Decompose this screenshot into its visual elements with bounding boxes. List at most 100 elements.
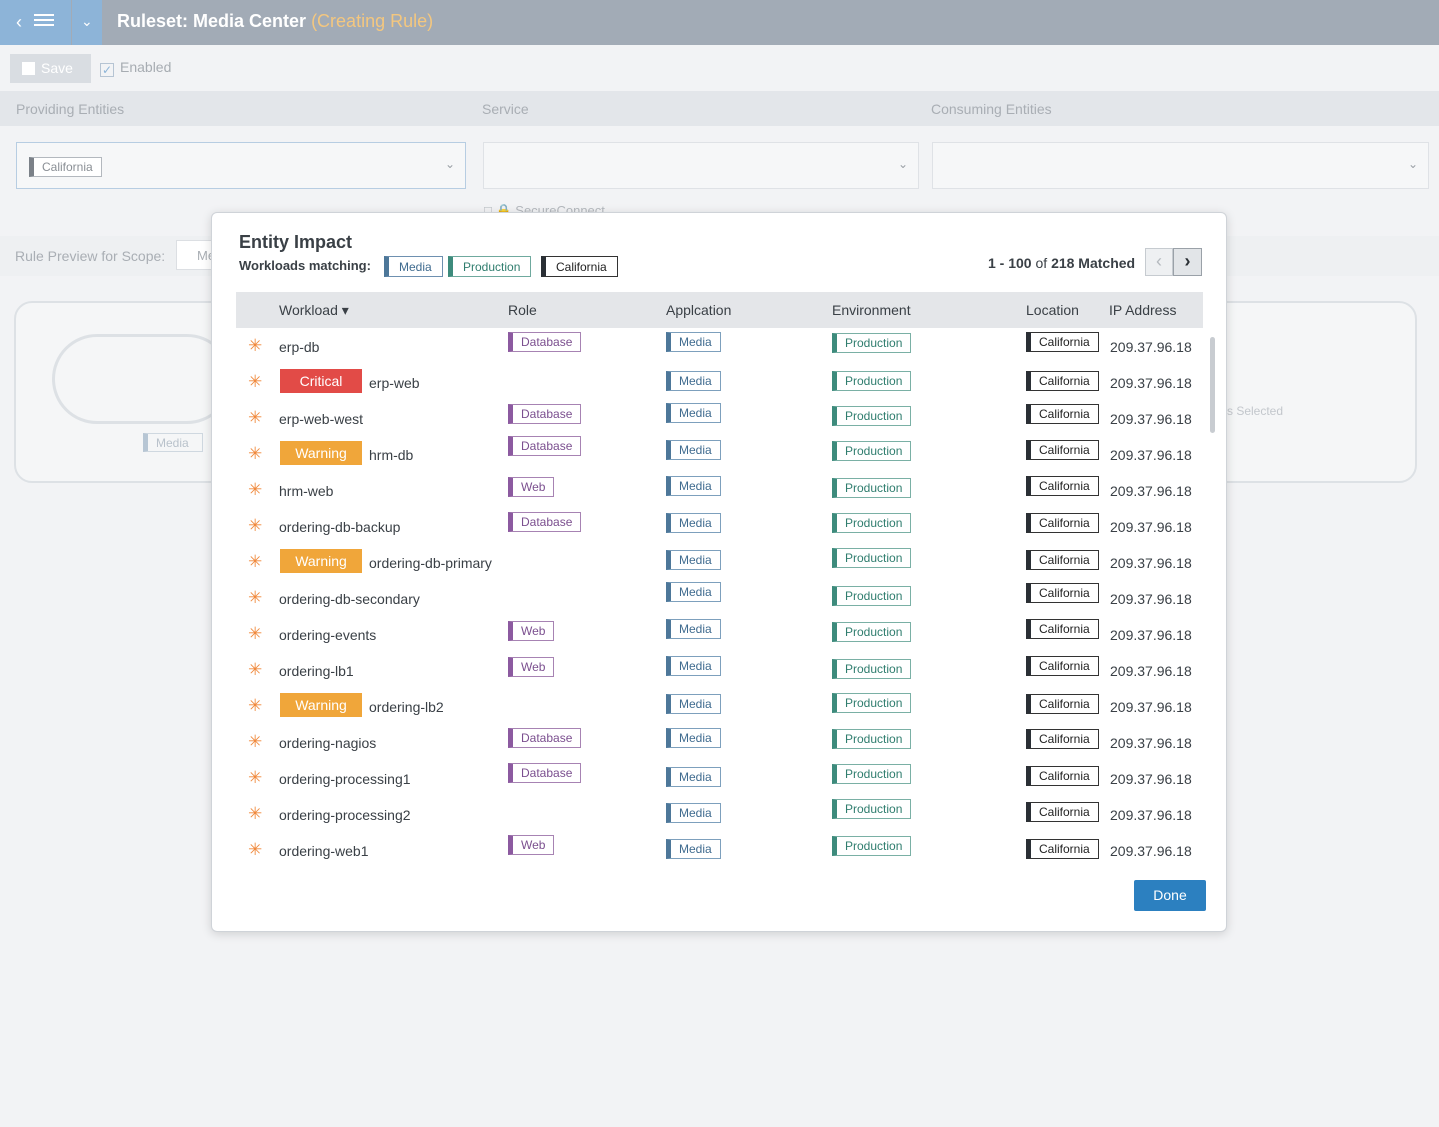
role-tag: Database bbox=[508, 728, 582, 748]
workload-name: ordering-db-secondary bbox=[279, 591, 420, 607]
save-icon bbox=[22, 62, 35, 75]
warning-badge: Warning bbox=[280, 693, 362, 717]
scope-label: Rule Preview for Scope: bbox=[15, 248, 166, 264]
ruleset-status: (Creating Rule) bbox=[311, 11, 434, 31]
workloads-matching-label: Workloads matching: bbox=[239, 258, 371, 273]
save-button[interactable]: Save bbox=[10, 54, 91, 83]
critical-badge: Critical bbox=[280, 369, 362, 393]
table-row[interactable]: ✳ erp-db Database Media Production California… bbox=[236, 328, 1203, 364]
environment-tag: Production bbox=[832, 548, 912, 568]
application-tag: Media bbox=[666, 513, 721, 533]
application-tag: Media bbox=[666, 767, 721, 787]
asterisk-icon: ✳ bbox=[248, 336, 263, 355]
ip-address: 209.37.96.18 bbox=[1110, 447, 1192, 463]
enabled-toggle[interactable]: ✓ Enabled bbox=[100, 59, 171, 77]
done-button[interactable]: Done bbox=[1134, 880, 1206, 911]
matched-of: of bbox=[1035, 255, 1048, 271]
table-row[interactable]: ✳ ordering-nagios Database Media Production C… bbox=[236, 724, 1203, 760]
table-row[interactable]: ✳ ordering-db-backup Database Media Producti… bbox=[236, 508, 1203, 544]
application-tag: Media bbox=[666, 582, 721, 602]
table-row[interactable]: ✳ ordering-events Web Media Production Califo… bbox=[236, 616, 1203, 652]
table-row[interactable]: ✳ ordering-lb1 Web Media Production Californi… bbox=[236, 652, 1203, 688]
matched-total: 218 Matched bbox=[1051, 255, 1136, 271]
table-row[interactable]: ✳ ordering-db-secondary Media Production Cal… bbox=[236, 580, 1203, 616]
application-tag: Media bbox=[666, 550, 721, 570]
table-row[interactable]: ✳ hrm-web Web Media Production California 209.… bbox=[236, 472, 1203, 508]
location-tag: California bbox=[1026, 619, 1099, 639]
role-tag: Web bbox=[508, 657, 555, 677]
environment-tag: Production bbox=[832, 441, 912, 461]
asterisk-icon: ✳ bbox=[248, 372, 263, 391]
asterisk-icon: ✳ bbox=[248, 480, 263, 499]
ruleset-title: Ruleset: Media Center bbox=[117, 11, 307, 31]
media-tag: Media bbox=[143, 433, 203, 452]
environment-tag: Production bbox=[832, 513, 912, 533]
save-label: Save bbox=[41, 60, 73, 76]
workload-table-body: ✳ erp-db Database Media Production California… bbox=[236, 328, 1203, 868]
chevron-down-icon: ⌄ bbox=[1407, 157, 1418, 171]
table-row[interactable]: ✳ Warning ordering-db-primary Media Producti… bbox=[236, 544, 1203, 580]
ip-address: 209.37.96.18 bbox=[1110, 771, 1192, 787]
ip-address: 209.37.96.18 bbox=[1110, 627, 1192, 643]
filter-chip-california: California bbox=[541, 256, 618, 277]
table-row[interactable]: ✳ erp-web-west Database Media Production Cali… bbox=[236, 400, 1203, 436]
role-tag: Database bbox=[508, 332, 582, 352]
ip-address: 209.37.96.18 bbox=[1110, 807, 1192, 823]
asterisk-icon: ✳ bbox=[248, 444, 263, 463]
workload-name: erp-web bbox=[369, 375, 420, 391]
application-tag: Media bbox=[666, 476, 721, 496]
application-tag: Media bbox=[666, 440, 721, 460]
top-bar: ‹ ⌄ Ruleset: Media Center (Creating Rule… bbox=[0, 0, 1439, 45]
location-tag: California bbox=[1026, 583, 1099, 603]
table-row[interactable]: ✳ Warning ordering-lb2 Media Production Calif… bbox=[236, 688, 1203, 724]
ip-address: 209.37.96.18 bbox=[1110, 591, 1192, 607]
selected-text: s Selected bbox=[1227, 404, 1284, 418]
scrollbar[interactable] bbox=[1210, 337, 1215, 433]
asterisk-icon: ✳ bbox=[248, 624, 263, 643]
table-row[interactable]: ✳ ordering-web1 Web Media Production Californ… bbox=[236, 832, 1203, 868]
application-column-header[interactable]: Applcation bbox=[666, 302, 731, 318]
workload-column-header[interactable]: Workload ▾ bbox=[279, 302, 349, 319]
table-row[interactable]: ✳ ordering-processing1 Database Media Produc… bbox=[236, 760, 1203, 796]
role-tag: Web bbox=[508, 621, 555, 641]
application-tag: Media bbox=[666, 656, 721, 676]
nav-dropdown-button[interactable]: ⌄ bbox=[72, 0, 102, 45]
role-tag: Web bbox=[508, 477, 555, 497]
application-tag: Media bbox=[666, 371, 721, 391]
chevron-left-icon: ‹ bbox=[16, 12, 22, 32]
location-tag: California bbox=[1026, 839, 1099, 859]
ip-address: 209.37.96.18 bbox=[1110, 411, 1192, 427]
table-row[interactable]: ✳ ordering-processing2 Media Production Cali… bbox=[236, 796, 1203, 832]
providing-entities-select[interactable]: California ⌄ bbox=[16, 142, 466, 189]
page-title: Ruleset: Media Center (Creating Rule) bbox=[117, 11, 433, 32]
back-list-button[interactable]: ‹ bbox=[0, 0, 71, 45]
asterisk-icon: ✳ bbox=[248, 516, 263, 535]
warning-badge: Warning bbox=[280, 549, 362, 573]
role-tag: Web bbox=[508, 835, 555, 855]
environment-tag: Production bbox=[832, 478, 912, 498]
application-tag: Media bbox=[666, 803, 721, 823]
role-column-header[interactable]: Role bbox=[508, 302, 537, 318]
providing-entities-header: Providing Entities bbox=[16, 101, 125, 117]
ip-address-column-header[interactable]: IP Address bbox=[1109, 302, 1176, 318]
previous-page-button[interactable]: ‹ bbox=[1145, 248, 1173, 276]
environment-column-header[interactable]: Environment bbox=[832, 302, 911, 318]
table-row[interactable]: ✳ Warning hrm-db Database Media Production Cal… bbox=[236, 436, 1203, 472]
location-column-header[interactable]: Location bbox=[1026, 302, 1079, 318]
asterisk-icon: ✳ bbox=[248, 552, 263, 571]
table-row[interactable]: ✳ Critical erp-web Media Production Californi… bbox=[236, 364, 1203, 400]
workload-name: hrm-db bbox=[369, 447, 414, 463]
workload-name: erp-db bbox=[279, 339, 320, 355]
chevron-down-icon: ⌄ bbox=[81, 13, 93, 29]
checkbox-icon[interactable]: ✓ bbox=[100, 63, 114, 77]
modal-title: Entity Impact bbox=[239, 232, 353, 252]
location-tag: California bbox=[1026, 332, 1099, 352]
list-icon bbox=[34, 14, 54, 30]
consuming-entities-select[interactable]: ⌄ bbox=[932, 142, 1429, 189]
environment-tag: Production bbox=[832, 659, 912, 679]
next-page-button[interactable]: › bbox=[1173, 248, 1202, 276]
service-select[interactable]: ⌄ bbox=[483, 142, 919, 189]
entity-node bbox=[52, 334, 232, 424]
workload-name: ordering-lb2 bbox=[369, 699, 444, 715]
asterisk-icon: ✳ bbox=[248, 660, 263, 679]
